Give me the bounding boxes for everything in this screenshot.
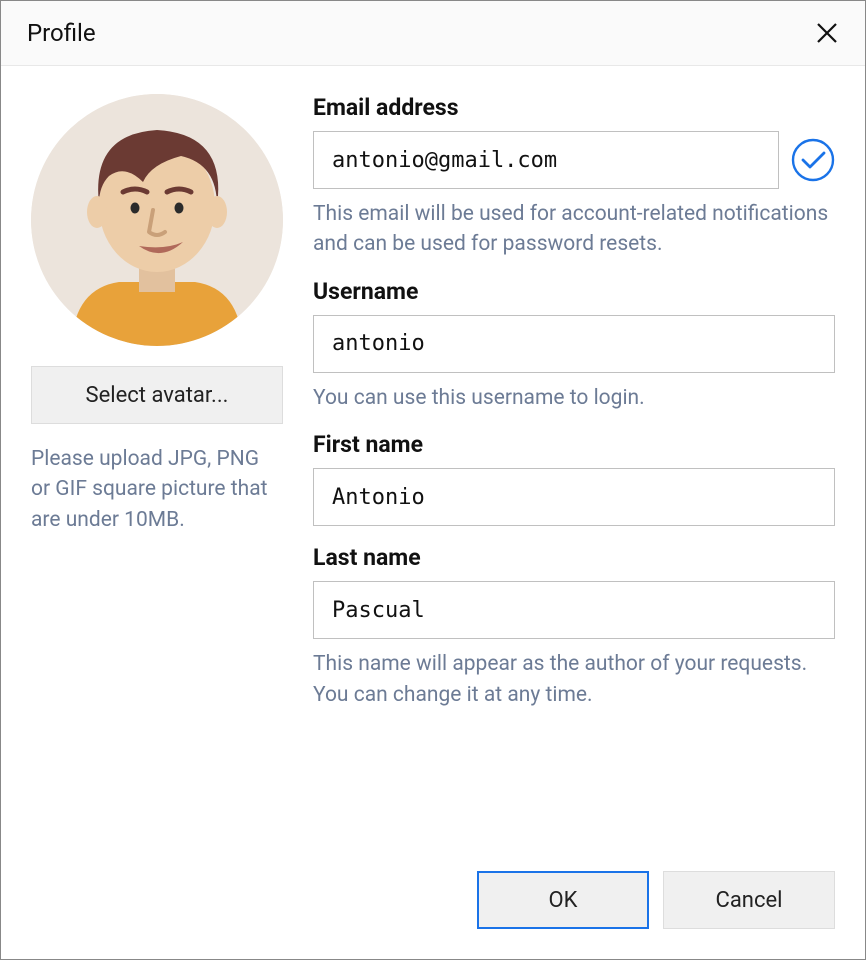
firstname-input[interactable] — [313, 468, 835, 526]
form-column: Email address This email will be used fo… — [313, 94, 835, 845]
username-row — [313, 315, 835, 373]
firstname-field-group: First name — [313, 431, 835, 526]
lastname-label: Last name — [313, 544, 835, 571]
email-field-group: Email address This email will be used fo… — [313, 94, 835, 260]
dialog-header: Profile — [1, 1, 865, 66]
avatar-illustration — [31, 94, 283, 346]
firstname-row — [313, 468, 835, 526]
username-hint: You can use this username to login. — [313, 383, 835, 413]
firstname-label: First name — [313, 431, 835, 458]
dialog-title: Profile — [27, 19, 96, 47]
avatar-column: Select avatar... Please upload JPG, PNG … — [31, 94, 283, 845]
email-hint: This email will be used for account-rela… — [313, 199, 835, 260]
lastname-field-group: Last name This name will appear as the a… — [313, 544, 835, 710]
email-input[interactable] — [313, 131, 779, 189]
close-icon — [815, 21, 839, 45]
username-field-group: Username You can use this username to lo… — [313, 278, 835, 413]
checkmark-icon — [791, 138, 835, 182]
dialog-footer: OK Cancel — [1, 845, 865, 959]
email-label: Email address — [313, 94, 835, 121]
lastname-input[interactable] — [313, 581, 835, 639]
username-label: Username — [313, 278, 835, 305]
avatar-hint: Please upload JPG, PNG or GIF square pic… — [31, 444, 283, 535]
ok-button[interactable]: OK — [477, 871, 649, 929]
select-avatar-button[interactable]: Select avatar... — [31, 366, 283, 424]
close-button[interactable] — [815, 21, 839, 45]
lastname-row — [313, 581, 835, 639]
dialog-body: Select avatar... Please upload JPG, PNG … — [1, 66, 865, 845]
avatar — [31, 94, 283, 346]
username-input[interactable] — [313, 315, 835, 373]
email-row — [313, 131, 835, 189]
cancel-button[interactable]: Cancel — [663, 871, 835, 929]
lastname-hint: This name will appear as the author of y… — [313, 649, 835, 710]
profile-dialog: Profile — [0, 0, 866, 960]
